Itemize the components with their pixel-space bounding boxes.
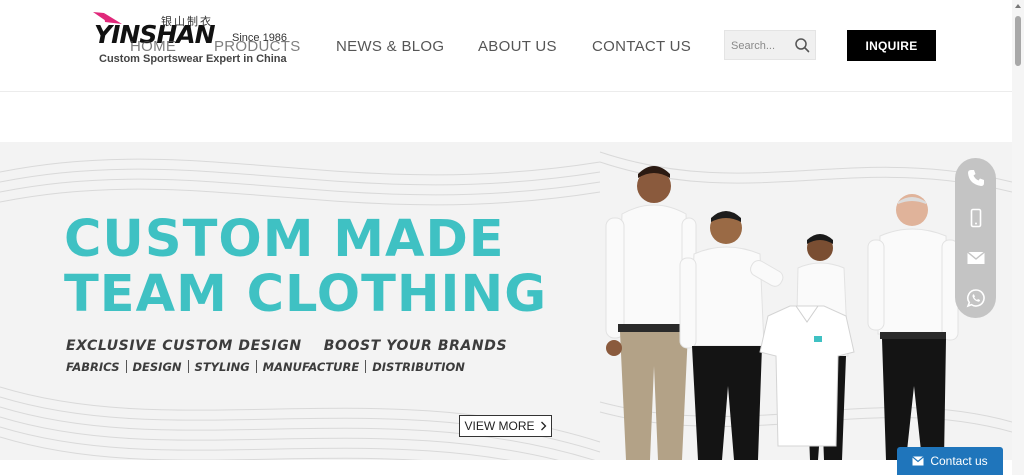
banner-subline-brands: BOOST YOUR BRANDS [323,338,508,354]
nav-products[interactable]: PRODUCTS [214,38,301,55]
service-divider [187,360,189,373]
service-divider [365,360,367,373]
site-header: YINSHAN 银山制衣 Since 1986 Custom Sportswea… [0,0,1012,92]
chevron-right-icon [540,421,546,431]
nav-home[interactable]: HOME [130,38,176,55]
person-figure [867,194,959,460]
search-input[interactable] [731,37,791,55]
banner-subline-design: EXCLUSIVE CUSTOM DESIGN [66,338,302,354]
whatsapp-icon [966,289,985,308]
envelope-icon [912,456,925,466]
nav-contact-us[interactable]: CONTACT US [592,38,691,55]
logo-chinese-name: 银山制衣 [161,15,213,28]
banner-headline-line-1: CUSTOM MADE [64,210,505,269]
email-icon [966,251,985,264]
page-scrollbar[interactable] [1012,0,1024,475]
service-divider [125,360,127,373]
scroll-up-arrow-icon[interactable] [1015,4,1021,8]
search-box[interactable] [724,30,816,60]
service-item: FABRICS [66,360,120,374]
phone-icon [967,170,984,186]
nav-about-us[interactable]: ABOUT US [478,38,557,55]
team-photo [605,166,959,460]
service-item: DISTRIBUTION [372,360,465,374]
service-divider [255,360,257,373]
contact-us-chat-label: Contact us [930,454,988,468]
rail-phone-button[interactable] [955,158,996,198]
contact-us-chat-button[interactable]: Contact us [897,447,1003,475]
view-more-button[interactable]: VIEW MORE [459,415,552,437]
rail-whatsapp-button[interactable] [955,278,996,318]
rail-email-button[interactable] [955,238,996,278]
contact-rail [955,158,996,318]
inquire-button[interactable]: INQUIRE [847,30,936,61]
banner-subline: EXCLUSIVE CUSTOM DESIGN BOOST YOUR BRANDS [66,338,507,354]
service-item: STYLING [194,360,250,374]
scroll-thumb[interactable] [1015,16,1021,66]
view-more-label: VIEW MORE [464,419,535,433]
banner-services-list: FABRICS DESIGN STYLING MANUFACTURE DISTRIBUT… [66,360,465,374]
banner-headline-line-2: TEAM CLOTHING [64,265,548,324]
hero-banner: CUSTOM MADE TEAM CLOTHING EXCLUSIVE CUST… [0,142,1012,460]
service-item: MANUFACTURE [262,360,360,374]
nav-news-blog[interactable]: NEWS & BLOG [336,38,444,55]
mobile-icon [970,208,981,228]
search-icon[interactable] [794,37,810,53]
rail-mobile-button[interactable] [955,198,996,238]
service-item: DESIGN [132,360,182,374]
